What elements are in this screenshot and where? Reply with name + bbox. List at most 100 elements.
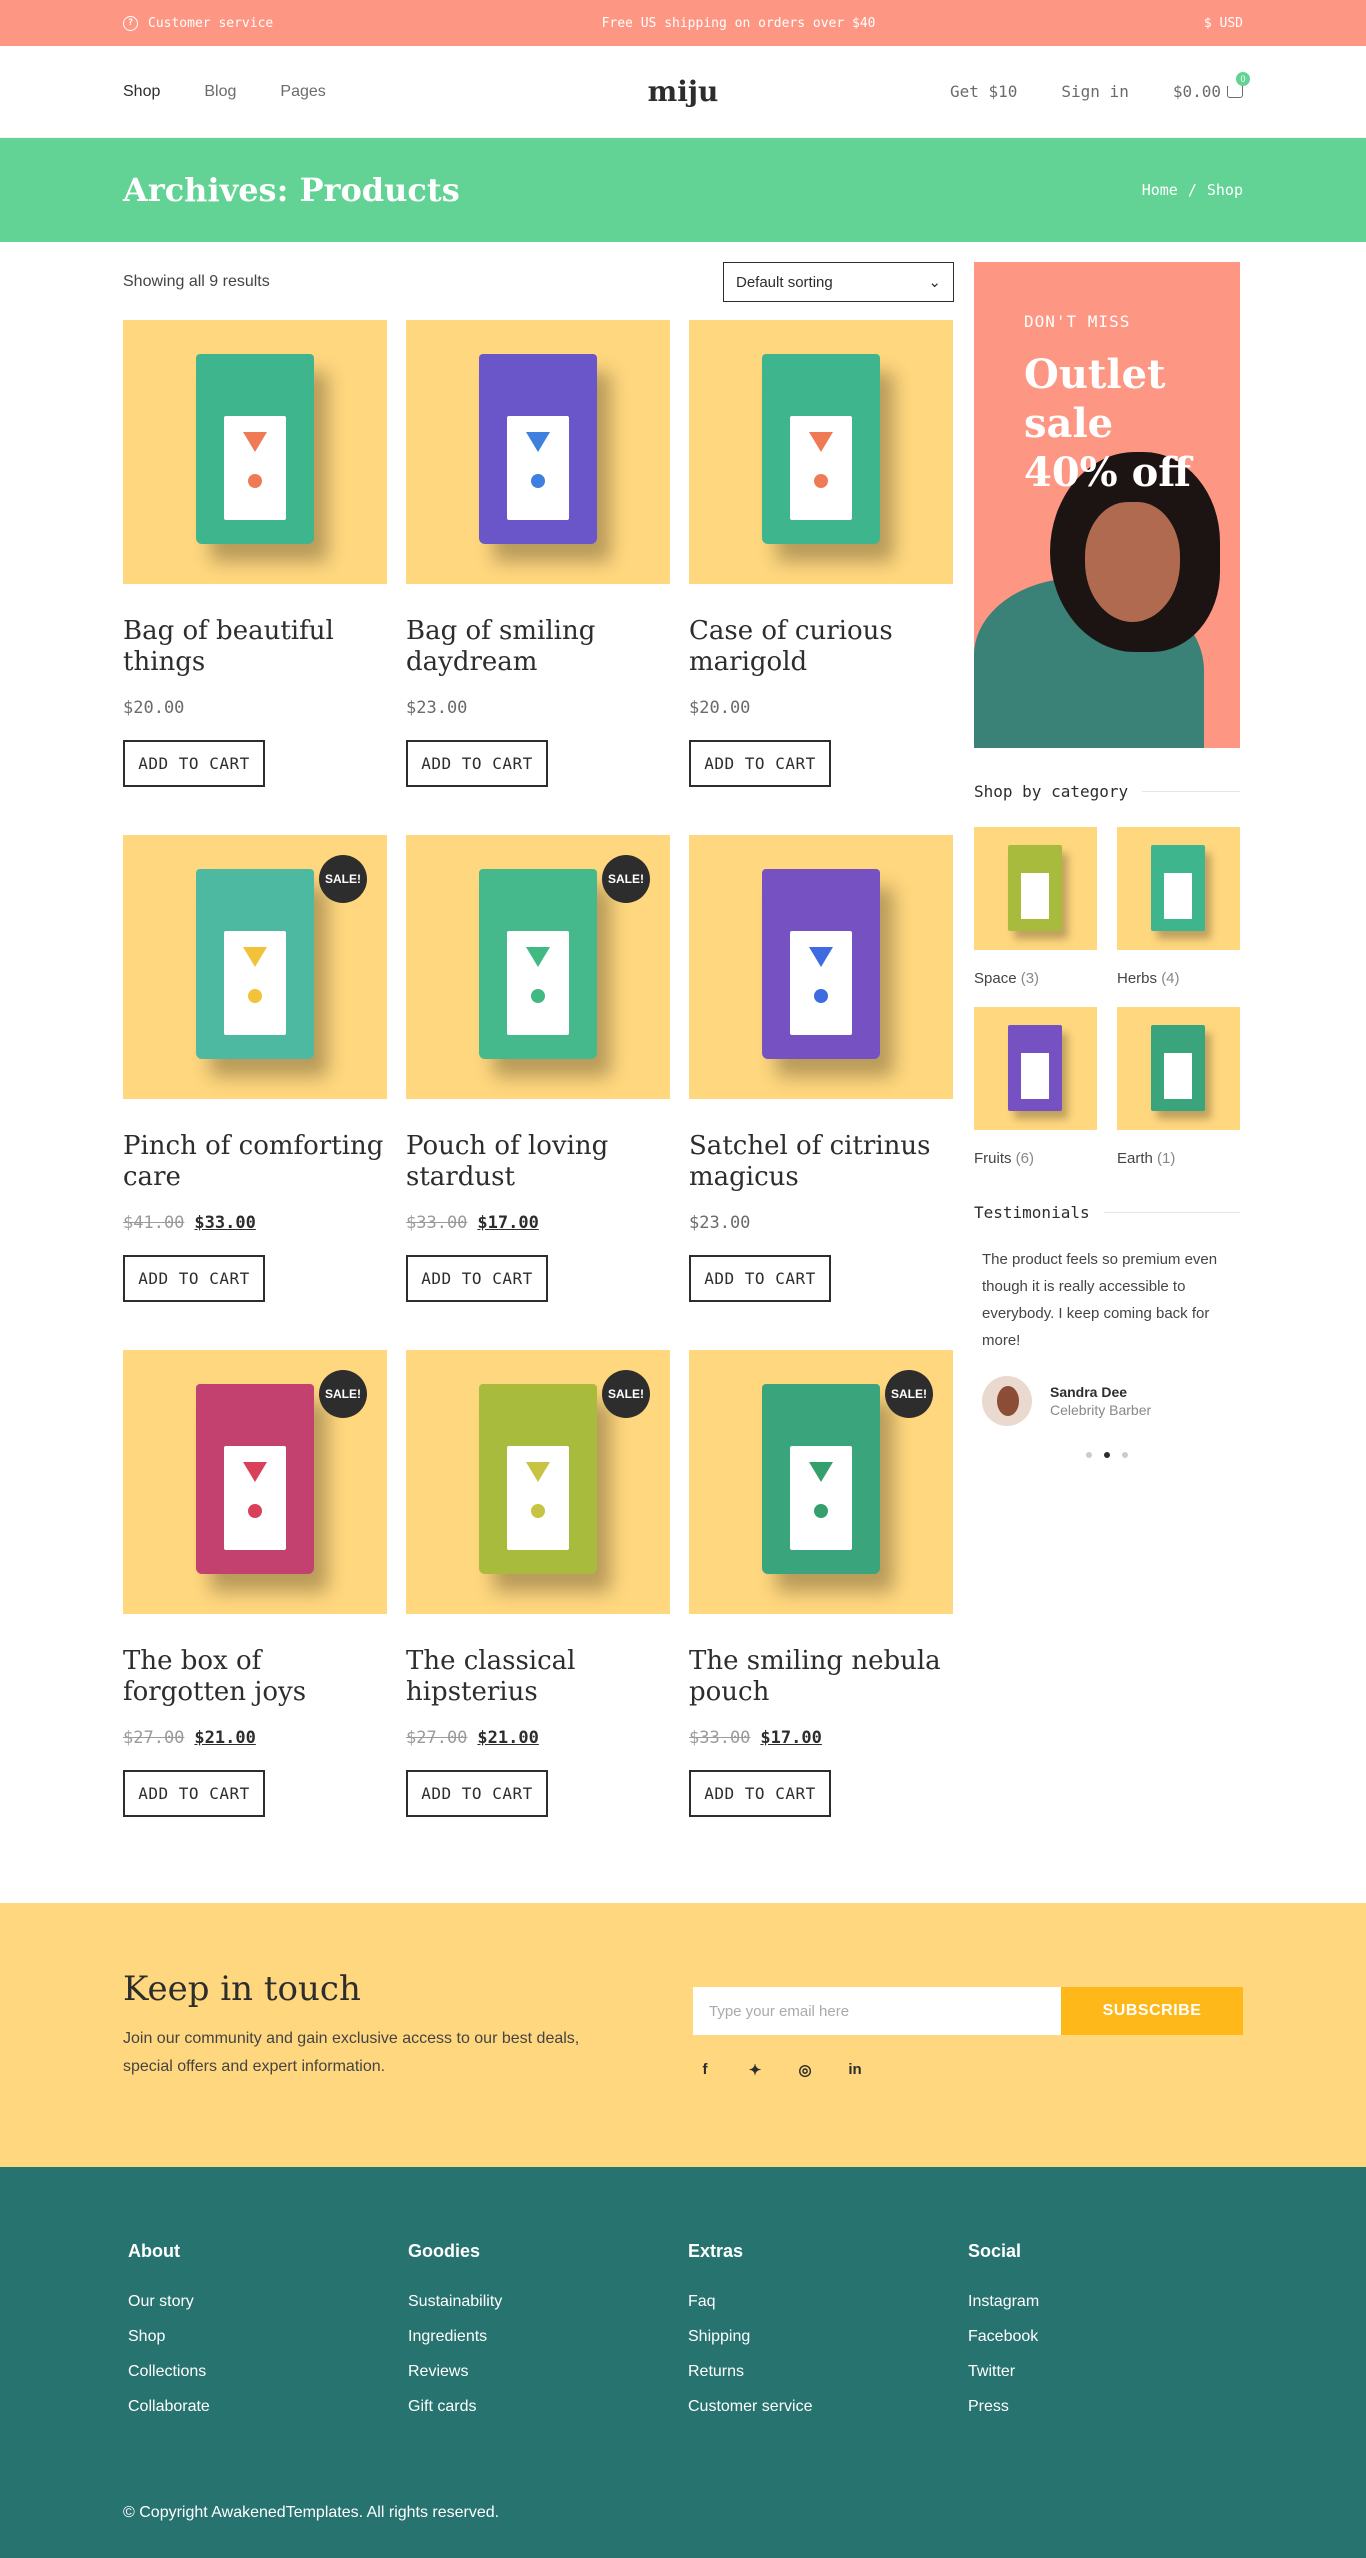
footer-link[interactable]: Instagram [968,2284,1243,2319]
footer-link[interactable]: Shop [128,2319,403,2354]
facebook-icon[interactable]: f [697,2061,713,2079]
customer-service-link[interactable]: ? Customer service [123,15,274,31]
add-to-cart-button[interactable]: ADD TO CART [406,1255,548,1302]
nav-item-blog[interactable]: Blog [204,83,236,101]
category-image[interactable] [1117,827,1240,950]
add-to-cart-button[interactable]: ADD TO CART [689,1770,831,1817]
category-image[interactable] [974,1007,1097,1130]
product-bag-label [507,1446,569,1550]
product-title[interactable]: Bag of smiling daydream [406,616,670,678]
footer-link[interactable]: Sustainability [408,2284,683,2319]
product-title[interactable]: The classical hipsterius [406,1646,670,1708]
add-to-cart-button[interactable]: ADD TO CART [123,1770,265,1817]
footer-column-title: Goodies [408,2241,481,2261]
product-card: Bag of smiling daydream $23.00 ADD TO CA… [406,320,670,787]
pagination-dot[interactable] [1122,1452,1128,1458]
product-image[interactable] [123,320,387,584]
sale-badge: SALE! [885,1370,933,1418]
sale-badge: SALE! [319,1370,367,1418]
product-image[interactable]: SALE! [406,1350,670,1614]
footer-link[interactable]: Shipping [688,2319,963,2354]
product-title[interactable]: Satchel of citrinus magicus [689,1131,953,1193]
footer-link[interactable]: Collaborate [128,2389,403,2424]
product-title[interactable]: Case of curious marigold [689,616,953,678]
product-image[interactable]: SALE! [406,835,670,1099]
product-current-price: $23.00 [689,1213,751,1233]
product-image[interactable]: SALE! [123,1350,387,1614]
nav-item-shop[interactable]: Shop [123,83,160,101]
footer-link[interactable]: Reviews [408,2354,683,2389]
instagram-icon[interactable]: ◎ [797,2061,813,2079]
category-item[interactable]: Herbs (4) [1117,827,1240,987]
category-image[interactable] [974,827,1097,950]
subscribe-button[interactable]: SUBSCRIBE [1061,1987,1243,2035]
add-to-cart-button[interactable]: ADD TO CART [123,740,265,787]
linkedin-icon[interactable]: in [847,2061,863,2079]
product-title[interactable]: Pouch of loving stardust [406,1131,670,1193]
add-to-cart-button[interactable]: ADD TO CART [406,740,548,787]
testimonials: Testimonials The product feels so premiu… [974,1203,1240,1458]
pagination-dot[interactable] [1086,1452,1092,1458]
product-title[interactable]: Bag of beautiful things [123,616,387,678]
site-header: Shop Blog Pages miju Get $10 Sign in $0.… [0,46,1366,138]
product-sale-price: $21.00 [194,1728,256,1748]
product-image[interactable] [689,320,953,584]
footer-link[interactable]: Facebook [968,2319,1243,2354]
category-item[interactable]: Fruits (6) [974,1007,1097,1167]
twitter-icon[interactable]: ✦ [747,2061,763,2079]
product-image[interactable] [406,320,670,584]
currency-switcher[interactable]: $ USD [1204,16,1243,31]
product-price: $23.00 [406,698,670,718]
promo-banner[interactable]: DON'T MISS Outlet sale 40% off [974,262,1240,748]
add-to-cart-button[interactable]: ADD TO CART [406,1770,548,1817]
category-count: (6) [1015,1150,1035,1167]
add-to-cart-button[interactable]: ADD TO CART [123,1255,265,1302]
category-item[interactable]: Space (3) [974,827,1097,987]
email-input[interactable]: Type your email here [693,1987,1061,2035]
site-logo[interactable]: miju [648,75,719,108]
top-bar: ? Customer service Free US shipping on o… [0,0,1366,46]
category-label: Space (3) [974,970,1097,987]
product-image[interactable] [689,835,953,1099]
category-bag-illustration [1151,1025,1205,1111]
category-item[interactable]: Earth (1) [1117,1007,1240,1167]
author-role: Celebrity Barber [1050,1402,1152,1418]
sign-in-link[interactable]: Sign in [1061,82,1128,101]
nav-item-pages[interactable]: Pages [280,83,325,101]
product-image[interactable]: SALE! [689,1350,953,1614]
footer-link[interactable]: Faq [688,2284,963,2319]
footer-columns: About Our story Shop Collections Collaborate… [123,2167,1243,2424]
footer-link[interactable]: Our story [128,2284,403,2319]
product-card: SALE! Pinch of comforting care $41.00 $3… [123,835,387,1302]
triangle-icon [243,432,267,452]
footer-link[interactable]: Collections [128,2354,403,2389]
category-bag-label [1021,873,1049,919]
copyright: © Copyright AwakenedTemplates. All right… [123,2504,500,2521]
sort-select[interactable]: Default sorting ⌄ [723,262,954,302]
footer-link[interactable]: Returns [688,2354,963,2389]
category-image[interactable] [1117,1007,1240,1130]
seal-icon [531,1504,545,1518]
product-image[interactable]: SALE! [123,835,387,1099]
pagination-dot-active[interactable] [1104,1452,1110,1458]
product-title[interactable]: The smiling nebula pouch [689,1646,953,1708]
product-title[interactable]: Pinch of comforting care [123,1131,387,1193]
footer-link[interactable]: Ingredients [408,2319,683,2354]
footer-link[interactable]: Press [968,2389,1243,2424]
customer-service-label: Customer service [148,15,274,31]
breadcrumb-home[interactable]: Home [1142,181,1178,199]
footer-link[interactable]: Customer service [688,2389,963,2424]
add-to-cart-button[interactable]: ADD TO CART [689,740,831,787]
product-bag-illustration [762,869,880,1059]
footer-link[interactable]: Gift cards [408,2389,683,2424]
seal-icon [814,474,828,488]
product-sale-price: $17.00 [477,1213,539,1233]
shipping-notice: Free US shipping on orders over $40 [601,15,876,31]
product-card: Bag of beautiful things $20.00 ADD TO CA… [123,320,387,787]
product-title[interactable]: The box of forgotten joys [123,1646,387,1708]
add-to-cart-button[interactable]: ADD TO CART [689,1255,831,1302]
product-price: $20.00 [689,698,953,718]
cart-button[interactable]: $0.00 0 [1173,71,1250,101]
footer-link[interactable]: Twitter [968,2354,1243,2389]
get-ten-link[interactable]: Get $10 [950,82,1017,101]
